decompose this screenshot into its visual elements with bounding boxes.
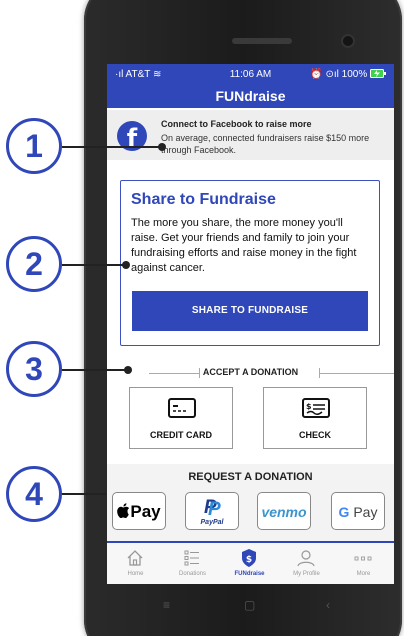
request-donation-label: REQUEST A DONATION	[188, 471, 313, 483]
tab-fundraise[interactable]: $ FUNdraise	[221, 545, 278, 584]
credit-card-icon	[168, 398, 196, 418]
check-option[interactable]: $ CHECK	[263, 387, 367, 449]
request-donation-section: REQUEST A DONATION Pay P P PayPal venmo …	[107, 464, 394, 544]
svg-text:$: $	[246, 555, 252, 565]
callout-1: 1	[6, 118, 62, 174]
share-card: Share to Fundraise The more you share, t…	[120, 180, 380, 346]
home-icon	[127, 550, 143, 566]
google-g-icon: G	[338, 504, 350, 520]
more-icon	[354, 556, 372, 561]
facebook-banner-subtitle: On average, connected fundraisers raise …	[161, 133, 370, 155]
callout-3: 3	[6, 341, 62, 397]
callout-2-leader	[62, 264, 126, 266]
paypal-label: PayPal	[200, 519, 224, 526]
google-pay-label: Pay	[353, 504, 378, 520]
callout-1-leader	[62, 146, 162, 148]
apple-icon	[117, 503, 130, 519]
app-title: FUNdraise	[107, 84, 394, 108]
callout-4-leader	[62, 493, 106, 495]
front-camera	[343, 36, 353, 46]
callout-2: 2	[6, 236, 62, 292]
credit-card-option[interactable]: CREDIT CARD	[129, 387, 233, 449]
list-icon	[184, 550, 199, 566]
facebook-connect-banner[interactable]: f Connect to Facebook to raise more On a…	[107, 110, 394, 160]
dollar-badge-icon: $	[242, 549, 256, 567]
tab-fundraise-label: FUNdraise	[234, 571, 265, 577]
battery-icon	[370, 69, 386, 79]
battery-label: ⏰ ⊙ıl 100%	[310, 68, 368, 80]
paypal-button[interactable]: P P PayPal	[185, 492, 239, 530]
bottom-tab-bar: Home Donations $ FUNdraise My Profile Mo…	[107, 541, 394, 584]
divider-right	[319, 373, 394, 374]
tab-more[interactable]: More	[335, 545, 392, 584]
share-to-fundraise-button[interactable]: SHARE TO FUNDRAISE	[132, 291, 368, 331]
earpiece-speaker	[232, 38, 292, 44]
tab-more-label: More	[356, 571, 371, 577]
apple-pay-button[interactable]: Pay	[112, 492, 166, 530]
credit-card-label: CREDIT CARD	[150, 430, 212, 440]
paypal-icon-overlay: P	[208, 499, 221, 520]
share-card-body: The more you share, the more money you'l…	[131, 217, 357, 274]
google-pay-button[interactable]: G Pay	[331, 492, 385, 530]
callout-2-dot	[122, 261, 130, 269]
facebook-banner-title: Connect to Facebook to raise more	[161, 119, 312, 129]
tab-donations[interactable]: Donations	[164, 545, 221, 584]
callout-4: 4	[6, 466, 62, 522]
callout-3-dot	[124, 366, 132, 374]
check-label: CHECK	[298, 430, 331, 440]
apple-pay-label: Pay	[130, 502, 161, 521]
apple-pay-text: Pay	[117, 502, 161, 521]
accept-donation-label: ACCEPT A DONATION	[202, 367, 299, 377]
tab-my-profile-label: My Profile	[293, 571, 320, 577]
accept-donation-header: ACCEPT A DONATION	[107, 365, 394, 381]
tab-donations-label: Donations	[178, 571, 207, 577]
tab-my-profile[interactable]: My Profile	[278, 545, 335, 584]
back-softkey-icon[interactable]: ‹	[326, 598, 330, 612]
callout-3-leader	[62, 369, 128, 371]
app-screen: ·ıl AT&T ≋ 11:06 AM ⏰ ⊙ıl 100% FUNdraise…	[107, 64, 394, 584]
callout-1-dot	[158, 143, 166, 151]
google-pay-text: G Pay	[339, 504, 378, 520]
home-softkey-icon[interactable]: ▢	[244, 598, 255, 612]
check-icon: $	[302, 398, 330, 418]
battery-status: ⏰ ⊙ıl 100%	[310, 69, 386, 80]
venmo-logo: venmo	[261, 504, 307, 520]
tab-home[interactable]: Home	[107, 545, 164, 584]
user-icon	[297, 550, 315, 567]
share-card-title: Share to Fundraise	[131, 191, 276, 208]
tab-home-label: Home	[127, 571, 144, 577]
menu-softkey-icon[interactable]: ≡	[163, 598, 170, 612]
venmo-button[interactable]: venmo	[257, 492, 311, 530]
status-bar: ·ıl AT&T ≋ 11:06 AM ⏰ ⊙ıl 100%	[107, 64, 394, 84]
svg-text:$: $	[306, 402, 312, 411]
